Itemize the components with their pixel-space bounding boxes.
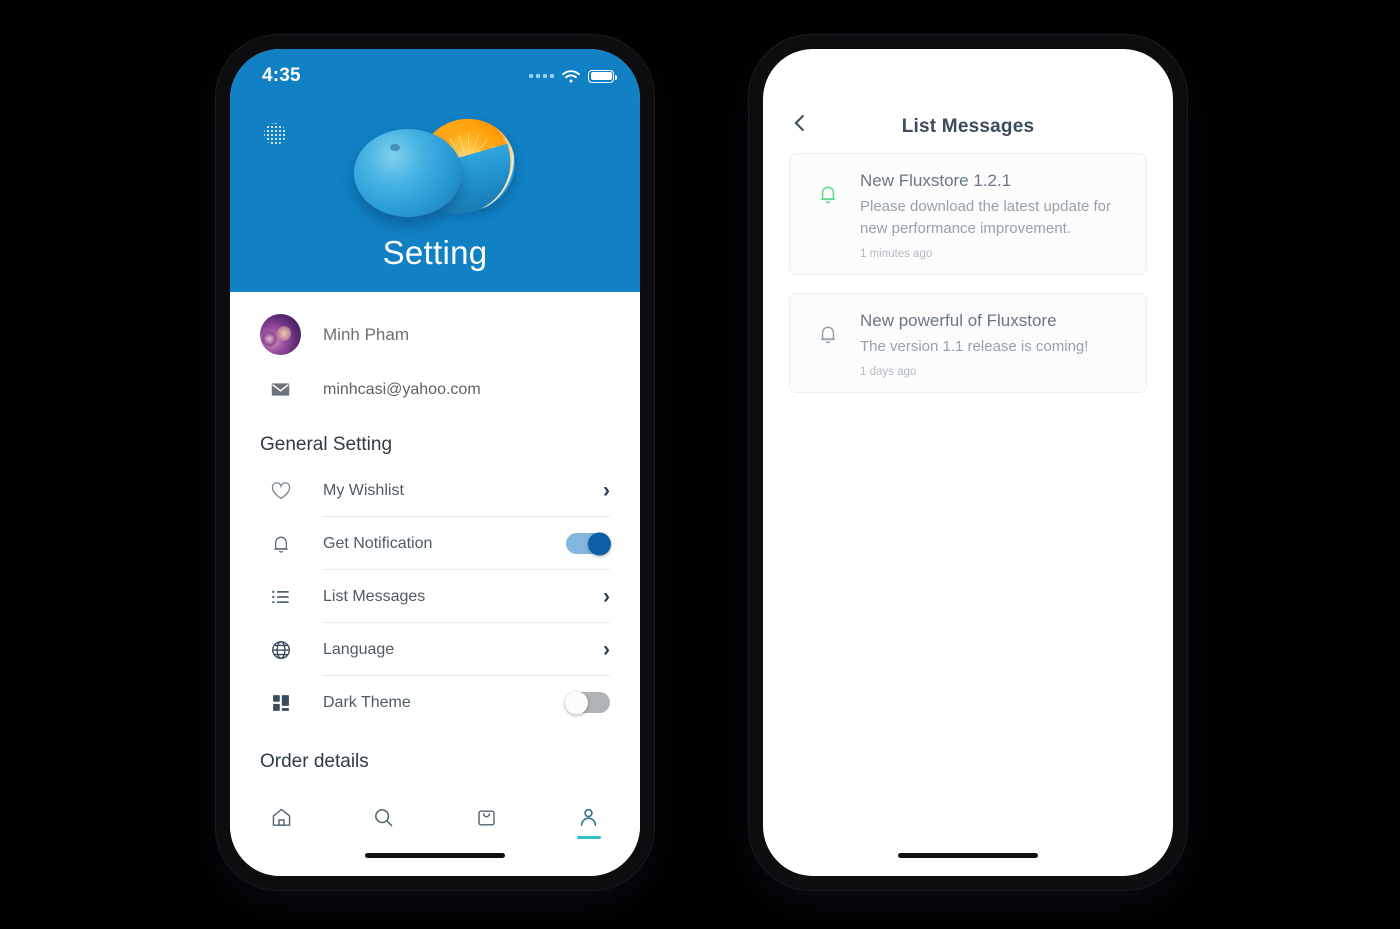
message-description: Please download the latest update for ne… (860, 198, 1112, 237)
home-indicator (898, 853, 1038, 858)
setting-row-get-notification[interactable]: Get Notification (230, 517, 640, 570)
heart-icon (260, 480, 301, 502)
tab-search[interactable] (333, 806, 436, 829)
wifi-icon (562, 69, 580, 83)
setting-label: My Wishlist (323, 481, 404, 499)
home-indicator (365, 853, 505, 858)
settings-list: My Wishlist › Get Notification List Mess… (230, 464, 640, 729)
setting-row-language[interactable]: Language › (230, 623, 640, 676)
settings-hero-header: 4:35 Setting (230, 49, 640, 292)
search-icon (375, 809, 393, 827)
chevron-right-icon[interactable]: › (603, 480, 610, 501)
message-timestamp: 1 minutes ago (860, 247, 933, 260)
chevron-right-icon[interactable]: › (603, 586, 610, 607)
bell-icon (804, 170, 852, 206)
setting-label: Get Notification (323, 534, 433, 552)
message-title: New powerful of Fluxstore (860, 310, 1057, 330)
messages-header: List Messages (763, 49, 1173, 153)
page-title: List Messages (901, 116, 1035, 137)
battery-full-icon (588, 69, 617, 83)
setting-label: Dark Theme (323, 693, 411, 711)
blue-painted-orange-photo (348, 107, 526, 226)
toggle-get-notification[interactable] (566, 532, 611, 555)
profile-row[interactable]: Minh Pham (230, 292, 640, 365)
order-details-heading: Order details (260, 751, 369, 772)
message-body: New powerful of Fluxstore The version 1.… (860, 310, 1128, 379)
email-address: minhcasi@yahoo.com (323, 380, 481, 398)
bell-icon (804, 310, 852, 346)
hero-image (230, 91, 640, 241)
message-card[interactable]: New powerful of Fluxstore The version 1.… (789, 292, 1147, 394)
phone-device-settings: 4:35 Setting Minh Pham minhcasi@yahoo.co… (216, 35, 654, 890)
setting-label: List Messages (323, 587, 426, 605)
globe-icon (260, 639, 301, 661)
general-setting-heading: General Setting (260, 434, 393, 455)
message-description: The version 1.1 release is coming! (860, 338, 1089, 356)
tab-home[interactable] (230, 806, 333, 829)
bag-icon (478, 810, 495, 826)
canvas: 4:35 Setting Minh Pham minhcasi@yahoo.co… (0, 0, 1400, 929)
setting-label: Language (323, 640, 395, 658)
person-icon (581, 808, 597, 826)
page-title: Setting (382, 234, 488, 271)
status-bar: 4:35 (230, 49, 640, 95)
setting-row-dark-theme[interactable]: Dark Theme (230, 676, 640, 729)
setting-row-list-messages[interactable]: List Messages › (230, 570, 640, 623)
dashboard-icon (260, 693, 301, 713)
active-tab-indicator (576, 836, 601, 839)
settings-screen: 4:35 Setting Minh Pham minhcasi@yahoo.co… (230, 49, 640, 876)
envelope-icon (260, 379, 301, 400)
chevron-right-icon[interactable]: › (603, 639, 610, 660)
bell-icon (260, 533, 301, 555)
message-timestamp: 1 days ago (860, 366, 917, 379)
toggle-dark-theme[interactable] (565, 691, 610, 714)
message-card[interactable]: New Fluxstore 1.2.1 Please download the … (789, 153, 1147, 275)
status-bar-clock: 4:35 (262, 65, 301, 86)
profile-name: Minh Pham (323, 324, 409, 344)
setting-row-my-wishlist[interactable]: My Wishlist › (230, 464, 640, 517)
dot-grid-icon[interactable] (262, 121, 288, 147)
settings-content: Minh Pham minhcasi@yahoo.com General Set… (230, 292, 640, 773)
phone-device-messages: List Messages New Fluxstore 1.2.1 Please… (749, 35, 1187, 890)
list-icon (260, 586, 301, 608)
messages-list: New Fluxstore 1.2.1 Please download the … (763, 153, 1173, 394)
message-body: New Fluxstore 1.2.1 Please download the … (860, 170, 1128, 260)
signal-dots-icon (529, 74, 554, 78)
email-row: minhcasi@yahoo.com (230, 365, 640, 422)
bottom-tab-bar (230, 792, 640, 876)
tab-profile[interactable] (538, 806, 641, 839)
list-messages-screen: List Messages New Fluxstore 1.2.1 Please… (763, 49, 1173, 876)
avatar (260, 314, 301, 355)
message-title: New Fluxstore 1.2.1 (860, 171, 1012, 190)
status-bar-icons (529, 69, 617, 83)
home-icon (272, 808, 291, 826)
tab-cart[interactable] (435, 806, 538, 829)
